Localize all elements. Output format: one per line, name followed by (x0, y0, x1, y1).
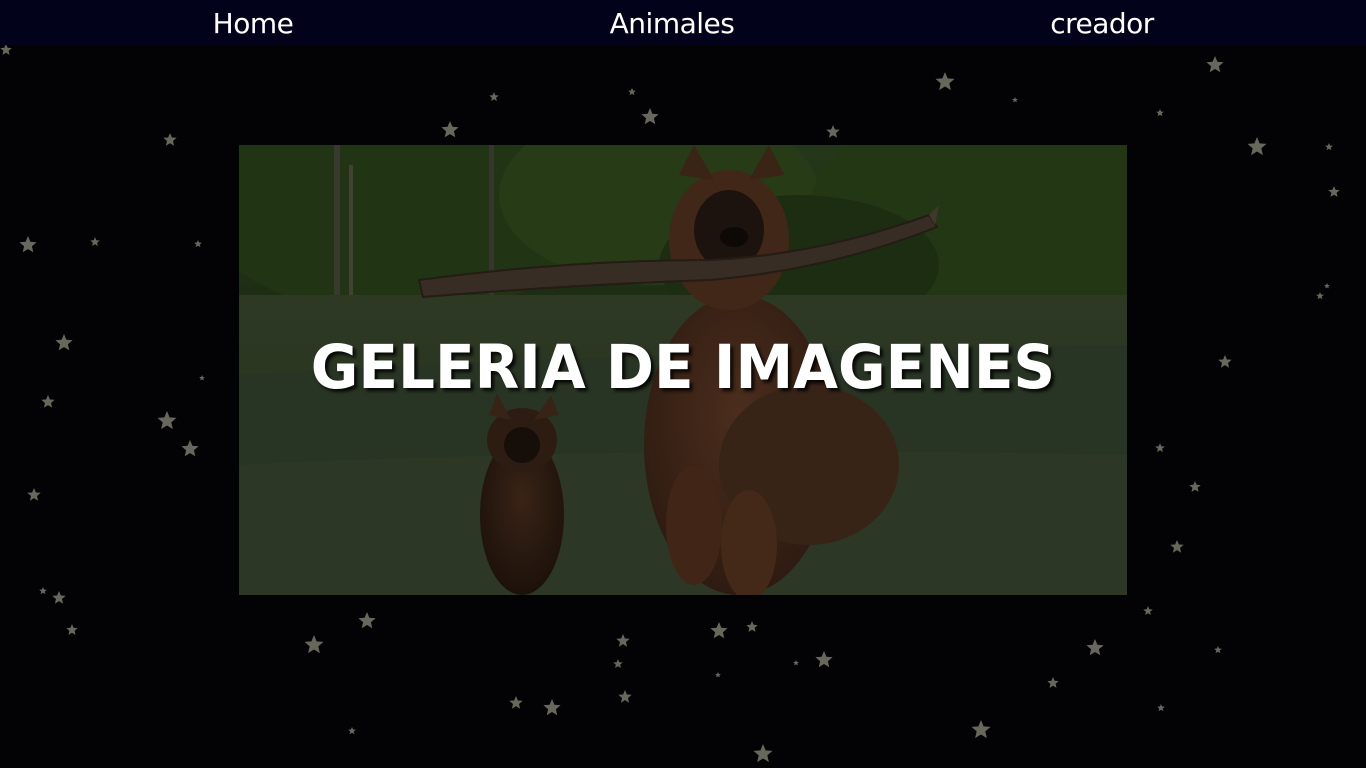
star-icon (1156, 109, 1164, 117)
star-icon (55, 334, 73, 351)
star-icon (19, 236, 37, 253)
star-icon (746, 621, 758, 632)
star-icon (815, 651, 833, 668)
star-icon (199, 375, 205, 381)
star-icon (1214, 646, 1222, 654)
star-icon (1316, 292, 1324, 300)
star-icon (935, 72, 955, 91)
nav-link-creador[interactable]: creador (1050, 0, 1154, 45)
nav-link-home[interactable]: Home (213, 0, 294, 45)
top-navbar: Home Animales creador (0, 0, 1366, 45)
nav-link-animales[interactable]: Animales (610, 0, 735, 45)
star-icon (181, 440, 199, 457)
star-icon (1157, 704, 1165, 712)
page-title: GELERIA DE IMAGENES (310, 331, 1056, 403)
star-icon (1218, 355, 1232, 368)
star-icon (1170, 540, 1184, 553)
star-icon (348, 727, 356, 735)
star-icon (41, 395, 55, 408)
star-icon (90, 237, 100, 246)
star-icon (543, 699, 561, 716)
star-icon (1086, 639, 1104, 656)
star-icon (715, 672, 721, 678)
star-icon (753, 744, 773, 763)
star-icon (0, 44, 12, 55)
star-icon (304, 635, 324, 654)
star-icon (613, 659, 623, 668)
star-icon (157, 411, 177, 430)
star-icon (710, 622, 728, 639)
star-icon (66, 624, 78, 635)
star-icon (163, 133, 177, 146)
star-icon (1325, 143, 1333, 151)
star-icon (358, 612, 376, 629)
star-icon (793, 660, 799, 666)
star-icon (1047, 677, 1059, 688)
star-icon (1324, 283, 1330, 289)
star-icon (489, 92, 499, 101)
star-icon (1012, 97, 1018, 103)
star-icon (618, 690, 632, 703)
star-icon (1155, 443, 1165, 452)
hero-banner: GELERIA DE IMAGENES (239, 145, 1127, 595)
star-icon (641, 108, 659, 125)
star-icon (441, 121, 459, 138)
star-icon (628, 88, 636, 96)
star-icon (1206, 56, 1224, 73)
star-icon (39, 587, 47, 595)
star-icon (1328, 186, 1340, 197)
star-icon (1143, 606, 1153, 615)
star-icon (1247, 137, 1267, 156)
star-icon (971, 720, 991, 739)
star-icon (826, 125, 840, 138)
star-icon (194, 240, 202, 248)
star-icon (52, 591, 66, 604)
star-icon (509, 696, 523, 709)
star-icon (1189, 481, 1201, 492)
star-icon (27, 488, 41, 501)
star-icon (616, 634, 630, 647)
